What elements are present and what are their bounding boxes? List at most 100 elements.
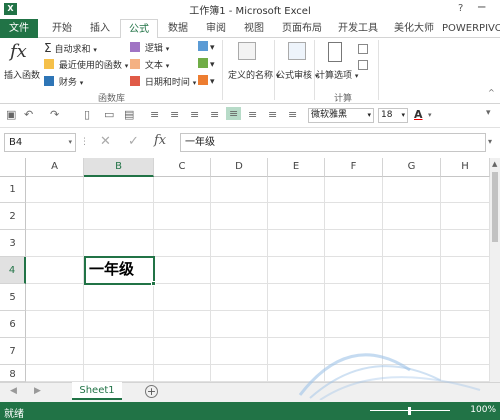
grid-cell[interactable] [268,284,325,311]
row-header-7[interactable]: 7 [0,338,26,365]
grid-cell[interactable] [383,257,441,284]
align-left-icon[interactable]: ≡ [150,108,159,121]
grid-cell[interactable] [383,311,441,338]
grid-cell[interactable] [211,203,268,230]
zoom-slider-knob[interactable] [408,407,411,415]
zoom-level[interactable]: 100% [470,405,496,415]
grid-cell[interactable] [383,230,441,257]
grid-cell[interactable] [84,203,154,230]
grid-cell[interactable] [154,311,211,338]
grid-cell[interactable] [383,177,441,203]
select-all-corner[interactable] [0,158,26,177]
grid-cell[interactable] [325,230,383,257]
grid-cell[interactable] [26,311,84,338]
grid-cell[interactable] [154,203,211,230]
formula-input[interactable]: 一年级 [180,133,486,152]
grid-cell[interactable] [154,284,211,311]
column-header-b[interactable]: B [84,158,154,177]
tab-view[interactable]: 视图 [236,19,272,38]
vertical-scroll-thumb[interactable] [492,172,498,242]
chevron-down-icon[interactable]: ▾ [428,111,432,119]
grid-cell[interactable] [211,365,268,382]
math-button[interactable]: ▾ [198,58,215,70]
calc-options-button[interactable]: 计算选项 ▾ [316,68,358,81]
cancel-icon[interactable]: ✕ [100,134,111,149]
column-header-d[interactable]: D [211,158,268,177]
help-button[interactable]: ? [458,3,463,14]
tab-beautify[interactable]: 美化大师 [388,19,440,38]
financial-button[interactable]: 财务 ▾ [44,75,83,88]
tab-data[interactable]: 数据 [160,19,196,38]
recent-functions-button[interactable]: 最近使用的函数 ▾ [44,58,128,71]
tab-review[interactable]: 审阅 [198,19,234,38]
insert-function-icon[interactable]: fx [154,133,166,148]
open-file-icon[interactable]: ▭ [104,108,114,121]
grid-cell[interactable] [154,230,211,257]
minimize-button[interactable]: ─ [478,0,485,14]
tab-file[interactable]: 文件 [0,19,38,38]
grid-cell[interactable] [441,177,490,203]
expand-formula-icon[interactable]: ▾ [488,137,492,146]
grid-cell[interactable] [325,177,383,203]
grid-cell[interactable] [26,365,84,382]
grid-cell[interactable] [26,203,84,230]
justify-icon[interactable]: ≡ [210,108,219,121]
name-box[interactable]: B4 ▾ [4,133,76,152]
align-right-icon[interactable]: ≡ [190,108,199,121]
row-header-2[interactable]: 2 [0,203,26,230]
grid-cell[interactable] [325,257,383,284]
grid-cell[interactable] [325,203,383,230]
formula-audit-button[interactable]: 公式审核 ▾ [276,68,318,81]
column-header-g[interactable]: G [383,158,441,177]
collapse-ribbon-icon[interactable]: ^ [488,88,495,97]
new-file-icon[interactable]: ▯ [84,108,90,121]
undo-icon[interactable]: ↶ [24,108,33,121]
scroll-up-icon[interactable]: ▲ [492,160,497,168]
grid-cell[interactable] [26,257,84,284]
grid-cell[interactable] [154,257,211,284]
grid-cell[interactable] [268,257,325,284]
tab-page-layout[interactable]: 页面布局 [276,19,328,38]
row-header-6[interactable]: 6 [0,311,26,338]
redo-icon[interactable]: ↷ [50,108,59,121]
merge-cells-icon[interactable]: ≡ [268,108,277,121]
row-header-4[interactable]: 4 [0,257,26,284]
sheet-tab-sheet1[interactable]: Sheet1 [72,382,122,400]
grid-cell[interactable] [26,230,84,257]
add-sheet-button[interactable]: + [145,385,158,398]
grid-cell[interactable] [26,284,84,311]
grid-cell[interactable] [211,177,268,203]
grid-cell[interactable] [154,365,211,382]
grid-cell[interactable] [84,311,154,338]
calc-now-icon[interactable] [358,44,368,54]
tab-developer[interactable]: 开发工具 [332,19,384,38]
enter-icon[interactable]: ✓ [128,134,139,149]
grid-cell[interactable] [325,311,383,338]
grid-cell[interactable] [441,203,490,230]
row-header-1[interactable]: 1 [0,177,26,203]
active-cell-b4[interactable]: 一年级 [84,256,156,286]
calc-sheet-icon[interactable] [358,60,368,70]
print-icon[interactable]: ▤ [124,108,134,121]
column-header-h[interactable]: H [441,158,490,177]
grid-cell[interactable] [325,284,383,311]
column-header-f[interactable]: F [325,158,383,177]
font-color-icon[interactable]: A [414,108,423,121]
grid-cell[interactable] [154,338,211,365]
grid-cell[interactable] [154,177,211,203]
save-icon[interactable]: ▣ [6,108,16,121]
row-header-8[interactable]: 8 [0,365,26,382]
column-header-a[interactable]: A [26,158,84,177]
vertical-scrollbar[interactable]: ▲ [490,158,500,382]
column-header-c[interactable]: C [154,158,211,177]
wrap-text-icon[interactable]: ≡ [248,108,257,121]
logical-button[interactable]: 逻辑 ▾ [130,41,169,54]
splitter-icon[interactable]: ⋮ [80,137,89,147]
format-painter-icon[interactable]: ≡ [288,108,297,121]
more-functions-button[interactable]: ▾ [198,75,215,87]
grid-cell[interactable] [441,311,490,338]
grid-cell[interactable] [268,230,325,257]
grid-cell[interactable] [84,230,154,257]
column-header-e[interactable]: E [268,158,325,177]
grid-cell[interactable] [211,338,268,365]
